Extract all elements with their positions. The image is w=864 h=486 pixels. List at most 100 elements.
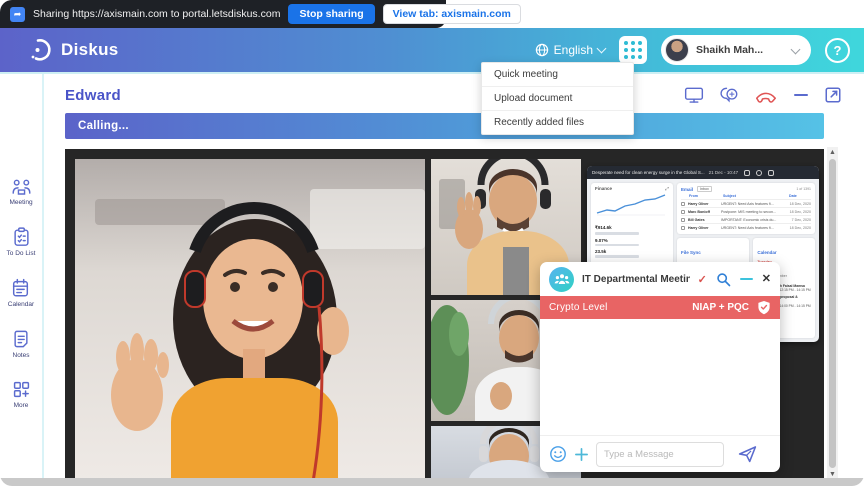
chat-footer [540,435,780,472]
email-row: Harry Oliver URGENT: Need Axis features … [681,223,811,231]
checkbox [681,226,685,230]
sidebar-item-notes[interactable]: Notes [12,329,30,359]
menu-item-upload-document[interactable]: Upload document [482,87,633,111]
expand-button[interactable] [824,86,842,104]
hang-up-phone-icon [754,86,778,104]
crypto-level-banner: Crypto Level NIAP + PQC [540,296,780,319]
sidebar-item-label: To Do List [7,250,36,257]
crypto-level-value: NIAP + PQC [692,302,749,313]
calendar-title: Calendar [757,250,776,255]
verified-check-icon[interactable]: ✓ [698,273,707,286]
email-col-from: From [689,194,719,198]
window-bottom-edge [0,478,864,486]
stop-sharing-button[interactable]: Stop sharing [288,4,374,24]
email-subject: URGENT: Need Axis features fi... [721,226,785,230]
email-title: Email [681,187,693,192]
calendar-icon [11,278,30,298]
call-controls [684,86,842,104]
send-message-icon[interactable] [737,444,758,464]
email-from: Harry Oliver [688,226,718,230]
app-logo[interactable]: Diskus [28,37,119,63]
help-button[interactable]: ? [825,38,850,63]
share-notification-row: ➦ Sharing https://axismain.com to portal… [0,0,864,28]
diskus-logo-icon [28,37,54,63]
search-icon[interactable] [716,272,731,287]
shared-screen-headline: Desperate need for clean energy surge in… [592,170,705,175]
chat-panel: IT Departmental Meeting ✓ ✕ Crypto Level… [540,262,780,472]
group-people-icon [554,273,570,285]
app-name: Diskus [61,40,119,60]
email-row: Harry Oliver URGENT: Need Axis features … [681,199,811,207]
todo-list-icon [12,227,31,247]
hang-up-button[interactable] [754,86,778,104]
sidebar-item-label: Meeting [9,199,32,206]
minimize-button[interactable] [793,86,809,104]
call-contact-name: Edward [65,87,121,104]
email-subject: URGENT: Need Axis features fi... [721,202,785,206]
close-chat-icon[interactable]: ✕ [762,274,771,285]
minimize-chat-icon[interactable] [740,278,753,280]
shared-screen-time: 21 Dec - 10:47 [709,170,739,175]
sidebar-item-calendar[interactable]: Calendar [8,278,34,308]
sidebar-item-label: Notes [13,352,30,359]
chat-message-input[interactable] [596,442,724,467]
email-row: Bill Gates IMPORTANT: Economic crisis du… [681,215,811,223]
chat-bubbles-icon [719,86,739,104]
emoji-icon[interactable] [549,445,567,463]
vertical-scrollbar[interactable]: ▲ ▼ [827,147,838,480]
email-subject: IMPORTANT: Economic crisis du... [721,218,785,222]
shared-screen-titlebar: Desperate need for clean energy surge in… [587,166,819,179]
language-selector[interactable]: English [535,43,605,57]
finance-stat: 23.5k [595,249,669,258]
video-tile-main [75,159,425,482]
language-label: English [554,43,593,57]
email-folder-select[interactable]: Inbox [697,186,712,192]
menu-item-recently-added-files[interactable]: Recently added files [482,111,633,134]
chat-title: IT Departmental Meeting [582,274,690,285]
scroll-up-arrow[interactable]: ▲ [829,147,836,158]
file-sync-title: File Sync [681,250,701,255]
sharing-status-text: Sharing https://axismain.com to portal.l… [33,8,280,20]
sidebar-item-label: Calendar [8,301,34,308]
checkbox [681,202,685,206]
email-col-date: Date [789,194,797,198]
globe-icon [535,43,549,57]
finance-stat: ₹914.6k [595,225,669,235]
finance-stat: 9.07% [595,238,669,247]
chevron-down-icon [791,44,801,54]
share-notification-bar: ➦ Sharing https://axismain.com to portal… [0,0,446,28]
shield-check-icon [757,300,771,315]
screen-share-icon: ➦ [10,7,25,22]
bell-icon [768,170,774,176]
chat-header: IT Departmental Meeting ✓ ✕ [540,262,780,296]
stat-value: 9.07% [595,238,669,243]
email-row: Marc Bonioff Postpone: MIS meeting to se… [681,207,811,215]
sidebar-item-meeting[interactable]: Meeting [9,178,32,206]
sidebar-item-more[interactable]: More [12,380,31,409]
email-from: Harry Oliver [688,202,718,206]
notes-icon [12,329,30,349]
crypto-level-label: Crypto Level [549,302,608,313]
participant-woman-waving [75,159,425,482]
sidebar-item-todo[interactable]: To Do List [7,227,36,257]
app-header: Diskus English Shaikh Mah... ? [0,28,864,72]
stat-value: ₹914.6k [595,225,669,231]
email-subject: Postpone: MIS meeting to secon... [721,210,785,214]
attach-plus-icon[interactable] [574,447,589,462]
email-date: 18 Dec, 2020 [790,202,811,206]
apps-dropdown-menu: Quick meeting Upload document Recently a… [481,62,634,135]
user-menu[interactable]: Shaikh Mah... [661,35,811,65]
email-panel: Email Inbox 1 of 1391 From Subject Date [677,183,815,234]
group-avatar [549,267,574,292]
minimize-icon [793,86,809,104]
view-tab-button[interactable]: View tab: axismain.com [383,4,521,24]
user-name: Shaikh Mah... [696,44,763,56]
scrollbar-thumb[interactable] [829,159,836,468]
menu-item-quick-meeting[interactable]: Quick meeting [482,63,633,87]
screen-share-button[interactable] [684,86,704,104]
app-window: ➦ Sharing https://axismain.com to portal… [0,0,864,486]
email-from: Bill Gates [688,218,718,222]
more-apps-icon [12,380,31,399]
apps-grid-button[interactable] [619,36,647,64]
chat-button[interactable] [719,86,739,104]
